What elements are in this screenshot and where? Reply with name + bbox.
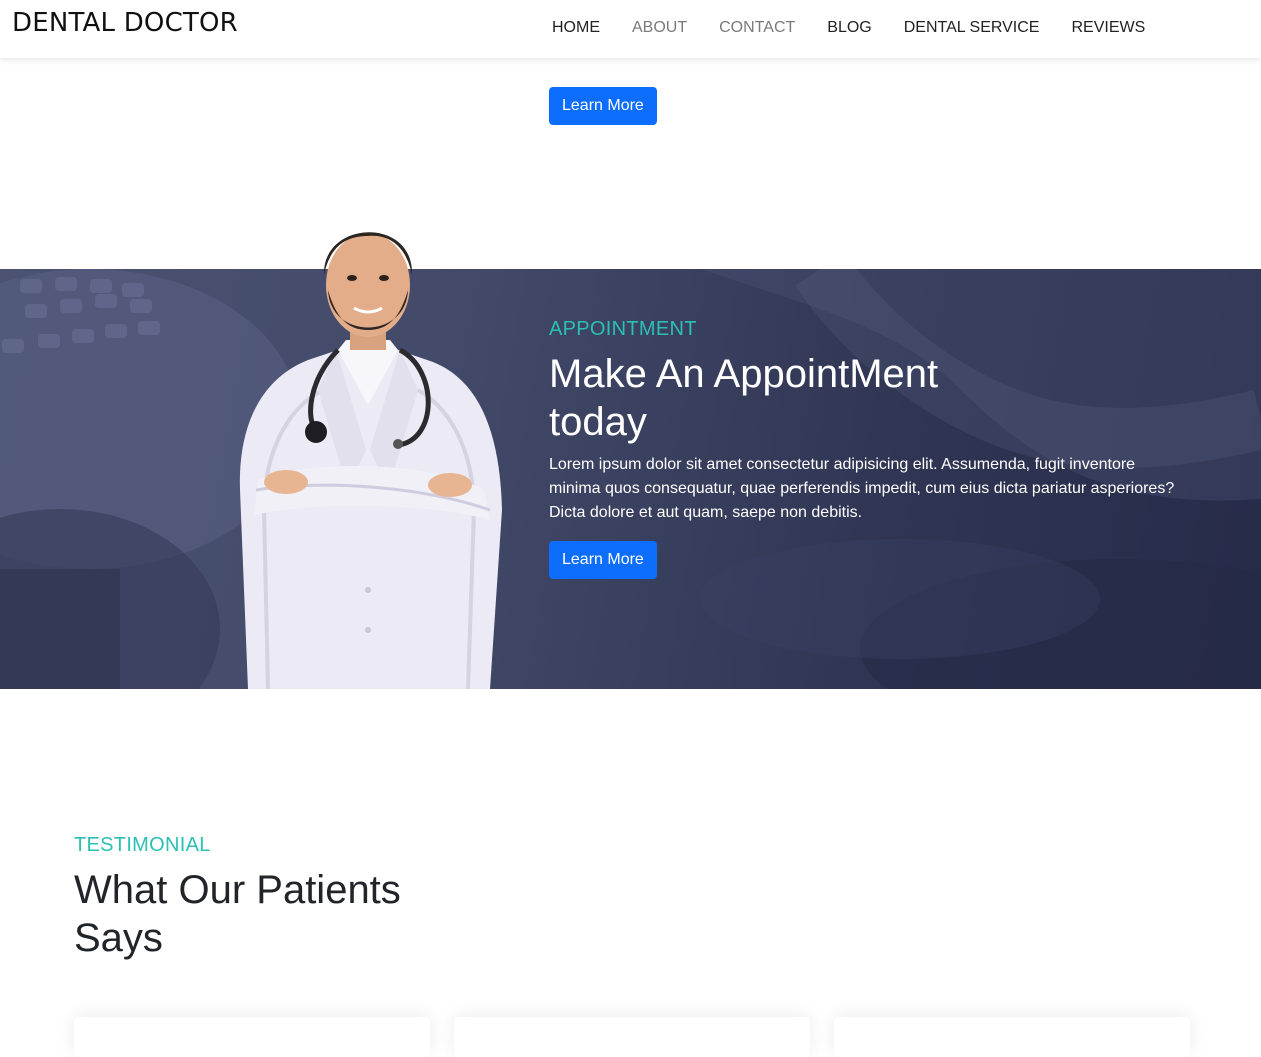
nav-item-home[interactable]: HOME bbox=[552, 19, 600, 37]
testimonial-card bbox=[454, 1017, 810, 1057]
brand-logo[interactable]: DENTAL DOCTOR bbox=[12, 8, 238, 38]
testimonial-card bbox=[834, 1017, 1190, 1057]
nav-item-dental-service[interactable]: DENTAL SERVICE bbox=[904, 19, 1040, 37]
testimonial-card bbox=[74, 1017, 430, 1057]
appointment-description: Lorem ipsum dolor sit amet consectetur a… bbox=[549, 456, 1175, 521]
testimonial-kicker: TESTIMONIAL bbox=[74, 834, 211, 856]
testimonial-title: What Our Patients Says bbox=[74, 868, 401, 960]
nav-item-reviews[interactable]: REVIEWS bbox=[1071, 19, 1145, 37]
appointment-title: Make An AppointMent today bbox=[549, 352, 939, 444]
nav-item-contact[interactable]: CONTACT bbox=[719, 19, 795, 37]
appointment-kicker: APPOINTMENT bbox=[549, 318, 697, 340]
nav-item-blog[interactable]: BLOG bbox=[827, 19, 871, 37]
learn-more-button-appointment[interactable]: Learn More bbox=[549, 541, 657, 579]
doctor-photo bbox=[239, 232, 502, 689]
site-header: DENTAL DOCTOR HOME ABOUT CONTACT BLOG DE… bbox=[0, 0, 1261, 58]
nav-item-about[interactable]: ABOUT bbox=[632, 19, 687, 37]
learn-more-button-top[interactable]: Learn More bbox=[549, 87, 657, 125]
main-nav: HOME ABOUT CONTACT BLOG DENTAL SERVICE R… bbox=[552, 19, 1177, 37]
